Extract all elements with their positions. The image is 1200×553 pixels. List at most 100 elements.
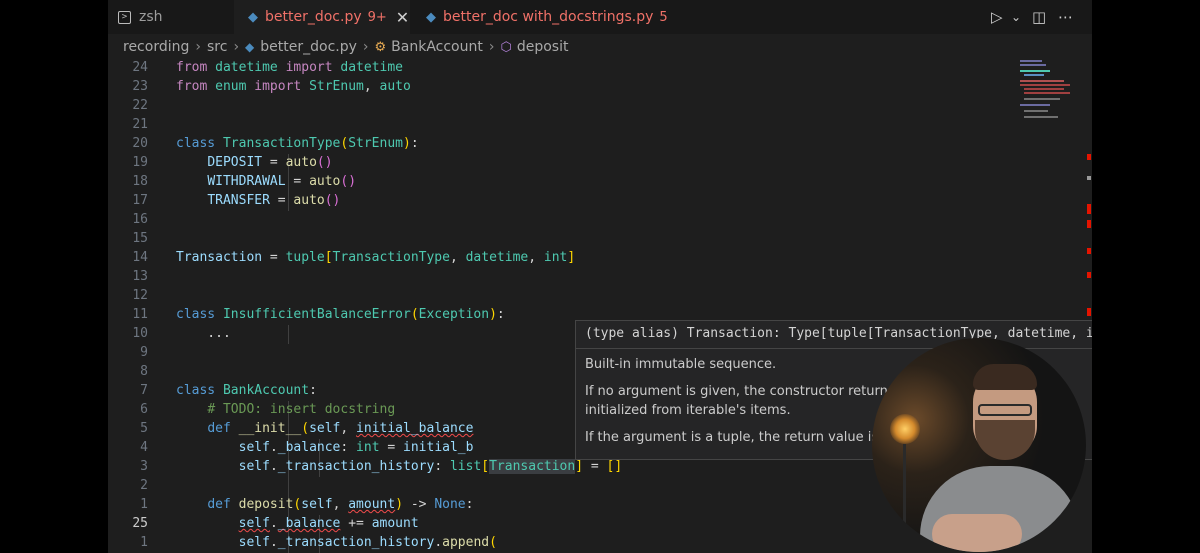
run-button[interactable]: ▷ — [991, 0, 1003, 34]
code-token: . — [434, 535, 443, 550]
line-source[interactable]: class BankAccount: — [176, 381, 317, 400]
line-source[interactable]: # TODO: insert docstring — [176, 400, 395, 419]
line-source[interactable]: self._transaction_history: list[Transact… — [176, 457, 622, 476]
code-token: tuple — [285, 250, 325, 265]
line-source[interactable]: class TransactionType(StrEnum): — [176, 134, 419, 153]
line-number: 19 — [132, 155, 148, 170]
chevron-right-icon: › — [195, 39, 201, 55]
code-token: InsufficientBalanceError — [222, 307, 411, 322]
code-token: ( — [489, 535, 497, 550]
code-token: auto — [293, 193, 325, 208]
line-source[interactable]: def __init__(self, initial_balance — [176, 419, 473, 438]
code-token: ) — [395, 497, 404, 512]
line-source[interactable]: from datetime import datetime — [176, 58, 403, 77]
line-number: 14 — [132, 250, 148, 265]
code-token: self — [301, 497, 333, 512]
line-source[interactable]: from enum import StrEnum, auto — [176, 77, 411, 96]
close-icon[interactable]: ✕ — [396, 8, 409, 27]
code-token: auto — [309, 174, 341, 189]
line-source[interactable]: def deposit(self, amount) -> None: — [176, 495, 473, 514]
more-actions-button[interactable]: ⋯ — [1058, 0, 1073, 34]
line-source[interactable]: self._transaction_history.append( — [176, 533, 497, 552]
code-token: TransactionType — [222, 136, 341, 151]
code-token: TransactionType — [332, 250, 450, 265]
code-token: . — [269, 535, 278, 550]
line-number: 2 — [140, 478, 148, 493]
line-source[interactable]: DEPOSIT = auto() — [176, 153, 332, 172]
minimap[interactable] — [1020, 58, 1078, 128]
line-source[interactable]: Transaction = tuple[TransactionType, dat… — [176, 248, 575, 267]
chevron-down-icon: ⌄ — [1011, 10, 1022, 24]
code-token: enum — [215, 79, 247, 94]
line-source[interactable]: class InsufficientBalanceError(Exception… — [176, 305, 505, 324]
code-token: def — [207, 421, 231, 436]
class-icon: ⚙ — [374, 39, 387, 55]
python-file-icon: ◆ — [245, 40, 255, 54]
lamp-glow — [890, 414, 920, 444]
code-token: BankAccount — [222, 383, 310, 398]
code-token: amount — [348, 497, 396, 512]
line-source[interactable]: TRANSFER = auto() — [176, 191, 340, 210]
problem-count-badge: 5 — [659, 9, 668, 25]
presenter-hair — [973, 364, 1037, 390]
code-token: += — [340, 516, 372, 531]
tab-label: better_doc with_docstrings.py — [443, 9, 654, 25]
line-source[interactable]: WITHDRAWAL = auto() — [176, 172, 356, 191]
code-token: # TODO: insert docstring — [207, 402, 396, 417]
code-token: _transaction_history — [277, 459, 435, 474]
code-token: = — [262, 155, 286, 170]
code-token: : — [496, 307, 505, 322]
code-token: DEPOSIT — [207, 155, 263, 170]
tab-bar: > zsh ◆ better_doc.py 9+ ✕ ◆ better_doc … — [108, 0, 1092, 34]
code-token: append — [442, 535, 490, 550]
line-source[interactable]: self._balance: int = initial_b — [176, 438, 474, 457]
code-token: from — [176, 79, 208, 94]
tab-label: zsh — [139, 9, 163, 25]
tab-terminal-zsh[interactable]: > zsh — [108, 0, 234, 34]
code-token: : — [340, 440, 357, 455]
breadcrumb: recording › src › ◆ better_doc.py › ⚙ Ba… — [123, 36, 568, 58]
code-token: = — [285, 174, 310, 189]
method-icon: ⬡ — [500, 39, 512, 55]
tab-better-doc-with-docstrings[interactable]: ◆ better_doc with_docstrings.py 5 — [410, 0, 682, 34]
code-token: WITHDRAWAL — [207, 174, 286, 189]
code-token: : — [465, 497, 474, 512]
breadcrumb-item[interactable]: BankAccount — [391, 39, 483, 55]
code-token: self — [309, 421, 341, 436]
breadcrumb-item[interactable]: better_doc.py — [260, 39, 357, 55]
code-token: () — [340, 174, 357, 189]
split-editor-button[interactable]: ◫ — [1032, 0, 1046, 34]
terminal-icon: > — [118, 10, 131, 24]
tab-label: better_doc.py — [265, 9, 362, 25]
line-source[interactable]: self._balance += amount — [176, 514, 419, 533]
code-token: ( — [410, 307, 419, 322]
code-token: def — [207, 497, 231, 512]
code-token: () — [324, 193, 341, 208]
line-number: 15 — [132, 231, 148, 246]
code-token: . — [269, 516, 278, 531]
code-token: self — [238, 440, 270, 455]
tab-better-doc[interactable]: ◆ better_doc.py 9+ ✕ — [234, 0, 410, 34]
code-token: -> — [403, 497, 435, 512]
line-number: 7 — [140, 383, 148, 398]
breadcrumb-item[interactable]: deposit — [517, 39, 569, 55]
line-source[interactable]: ... — [176, 324, 231, 343]
type-signature: (type alias) Transaction: Type[tuple[Tra… — [585, 326, 1092, 341]
code-token: = — [269, 193, 294, 208]
code-token: import — [254, 79, 302, 94]
breadcrumb-item[interactable]: src — [207, 39, 227, 55]
more-icon: ⋯ — [1058, 8, 1073, 26]
line-number: 17 — [132, 193, 148, 208]
code-token: initial_b — [403, 440, 474, 455]
line-number: 24 — [132, 60, 148, 75]
webcam-overlay — [872, 338, 1086, 552]
run-menu-button[interactable]: ⌄ — [1011, 0, 1021, 34]
breadcrumb-item[interactable]: recording — [123, 39, 189, 55]
